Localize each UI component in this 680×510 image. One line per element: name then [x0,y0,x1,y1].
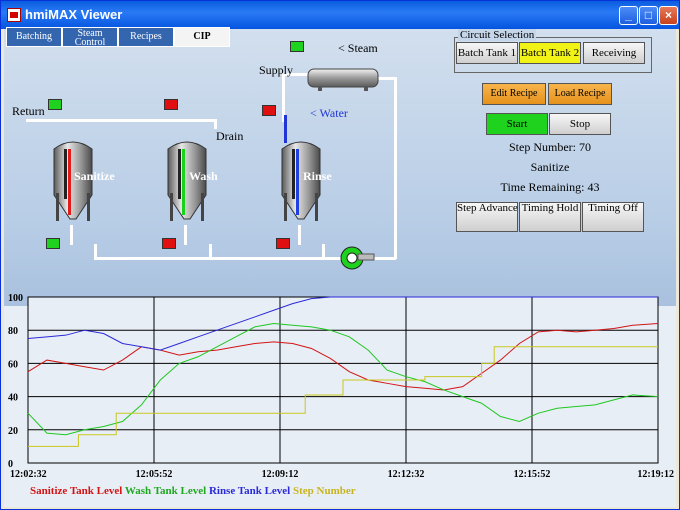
chart-legend: Sanitize Tank Level Wash Tank Level Rins… [30,485,356,497]
drain-label: Drain [216,129,244,143]
return-valve[interactable] [48,99,62,110]
y-tick-label: 60 [8,359,18,370]
x-tick-label: 12:02:32 [10,469,47,480]
title-bar[interactable]: hmiMAX Viewer _ □ × [1,1,679,29]
window-title: hmiMAX Viewer [25,7,123,22]
wash-tank-label: Wash [189,169,218,183]
x-tick-label: 12:12:32 [388,469,425,480]
circuit-selection-title: Circuit Selection [458,29,537,41]
supply-riser-pipe [394,77,397,259]
minimize-icon: _ [625,8,632,22]
batch-tank-1-button[interactable]: Batch Tank 1 [456,42,518,64]
wash-outlet-valve[interactable] [162,238,176,249]
timing-hold-button[interactable]: Timing Hold [519,202,581,232]
sanitize-tank-label: Sanitize [74,169,115,183]
tab-cip[interactable]: CIP [174,27,230,47]
minimize-button[interactable]: _ [619,6,638,25]
y-tick-label: 80 [8,326,18,337]
time-remaining-readout: Time Remaining: 43 [500,180,600,194]
app-window: hmiMAX Viewer _ □ × Batching Steam Contr… [0,0,680,510]
start-button[interactable]: Start [486,113,548,135]
rinse-tank-label: Rinse [303,169,332,183]
trend-chart: 020406080100 12:02:32 12:05:52 12:09:12 12:… [8,293,674,480]
close-icon: × [664,8,672,22]
x-tick-label: 12:09:12 [262,469,299,480]
x-tick-label: 12:19:12 [637,469,674,480]
load-recipe-button[interactable]: Load Recipe [548,83,612,105]
wash-drop-pipe [209,244,212,259]
close-button[interactable]: × [659,6,678,25]
sanitize-drop-pipe [94,244,97,259]
receiving-button[interactable]: Receiving [583,42,645,64]
legend-sanitize: Sanitize Tank Level [30,485,123,497]
legend-rinse: Rinse Tank Level [208,485,291,497]
y-tick-label: 100 [8,293,23,304]
client-area: Batching Steam Control Recipes CIP < Ste… [4,27,676,507]
wash-inlet-valve[interactable] [164,99,178,110]
rinse-drop-pipe [322,244,325,259]
x-tick-label: 12:15:52 [514,469,551,480]
tab-steam-control[interactable]: Steam Control [62,27,118,48]
water-valve[interactable] [262,105,276,116]
water-label: < Water [310,106,348,120]
sanitize-outlet-valve[interactable] [46,238,60,249]
edit-recipe-button[interactable]: Edit Recipe [482,83,546,105]
step-number-readout: Step Number: 70 [509,140,591,154]
legend-wash: Wash Tank Level [124,485,207,497]
step-name-readout: Sanitize [530,160,570,174]
tab-batching[interactable]: Batching [6,27,62,47]
step-advance-button[interactable]: Step Advance [456,202,518,232]
y-tick-label: 20 [8,426,18,437]
maximize-button[interactable]: □ [639,6,658,25]
return-label: Return [12,104,45,118]
y-axis-ticks: 020406080100 [8,293,23,470]
y-tick-label: 40 [8,393,18,404]
batch-tank-2-button[interactable]: Batch Tank 2 [519,42,581,64]
return-pipe [26,119,216,122]
steam-valve[interactable] [290,41,304,52]
x-axis-ticks: 12:02:32 12:05:52 12:09:12 12:12:32 12:15:52… [10,469,674,480]
stop-button[interactable]: Stop [549,113,611,135]
supply-label: Supply [259,63,294,77]
legend-step-number: Step Number [293,485,356,497]
app-icon [7,8,21,22]
bottom-header-pipe [94,257,344,260]
heat-exchanger [307,68,379,91]
timing-off-button[interactable]: Timing Off [582,202,644,232]
drain-pipe [214,119,217,129]
tab-recipes[interactable]: Recipes [118,27,174,47]
maximize-icon: □ [644,8,653,22]
pump-icon[interactable] [338,245,378,271]
steam-label: < Steam [338,41,378,55]
rinse-outlet-valve[interactable] [276,238,290,249]
x-tick-label: 12:05:52 [136,469,173,480]
